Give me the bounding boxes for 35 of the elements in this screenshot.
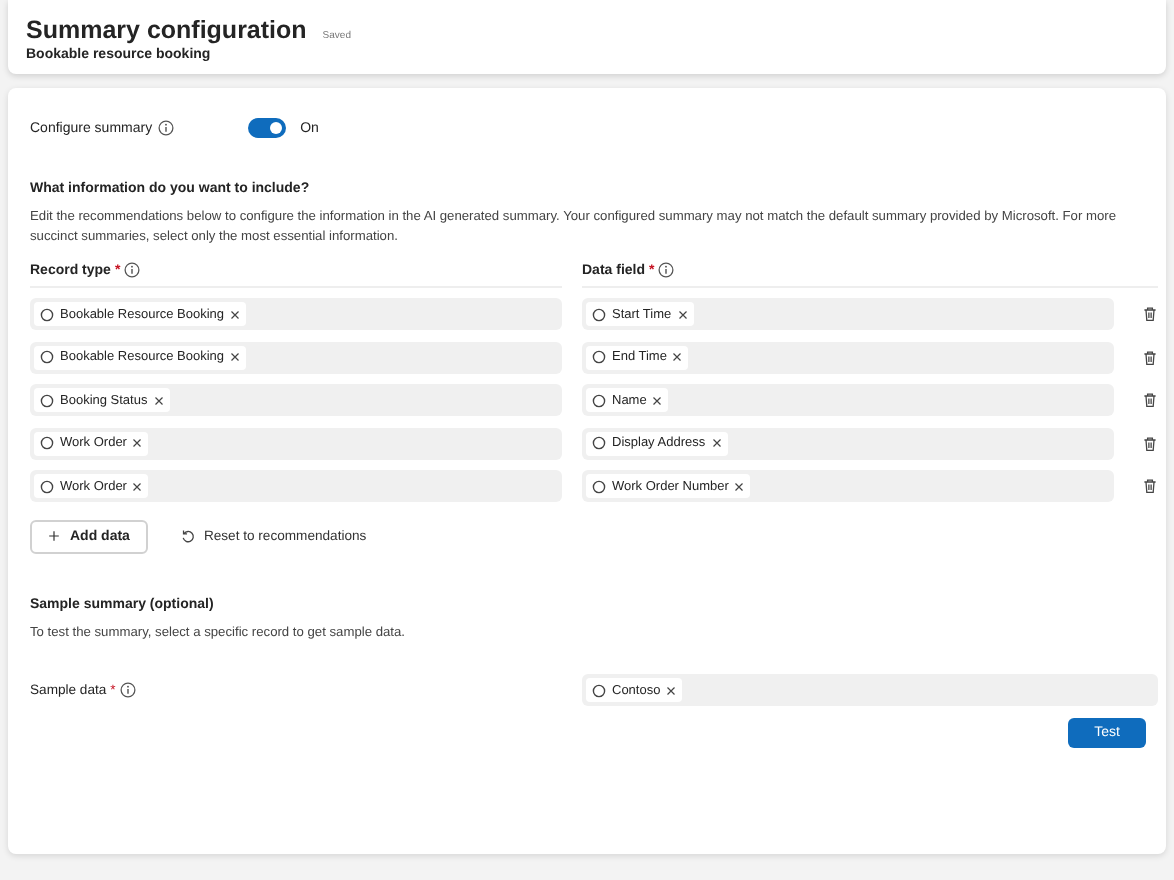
plus-icon: [48, 530, 60, 542]
trash-icon[interactable]: [1142, 392, 1158, 408]
info-icon[interactable]: [124, 262, 141, 278]
close-icon[interactable]: [230, 309, 241, 319]
close-icon[interactable]: [132, 481, 143, 491]
record-icon: [592, 436, 606, 450]
close-icon[interactable]: [153, 395, 164, 405]
record-icon: [40, 479, 54, 493]
close-icon[interactable]: [734, 481, 745, 491]
info-icon[interactable]: [119, 682, 136, 698]
undo-icon: [179, 528, 196, 544]
record-icon: [592, 393, 606, 407]
trash-icon[interactable]: [1142, 349, 1158, 365]
close-icon[interactable]: [672, 352, 683, 362]
page-title: Summary configuration: [26, 16, 307, 44]
trash-icon[interactable]: [1142, 435, 1158, 451]
info-icon[interactable]: [658, 262, 675, 278]
record-icon: [592, 350, 606, 364]
toggle-switch[interactable]: [248, 118, 287, 138]
record-icon: [40, 393, 54, 407]
record-icon: [592, 683, 606, 697]
close-icon[interactable]: [711, 438, 722, 448]
trash-icon[interactable]: [1142, 306, 1158, 322]
record-icon: [592, 307, 606, 321]
trash-icon[interactable]: [1142, 478, 1158, 494]
record-icon: [40, 307, 54, 321]
info-icon[interactable]: [158, 120, 175, 136]
close-icon[interactable]: [666, 685, 677, 695]
close-icon[interactable]: [652, 395, 663, 405]
close-icon[interactable]: [677, 309, 688, 319]
record-icon: [40, 350, 54, 364]
record-icon: [592, 479, 606, 493]
close-icon[interactable]: [230, 352, 241, 362]
close-icon[interactable]: [132, 438, 143, 448]
record-icon: [40, 436, 54, 450]
